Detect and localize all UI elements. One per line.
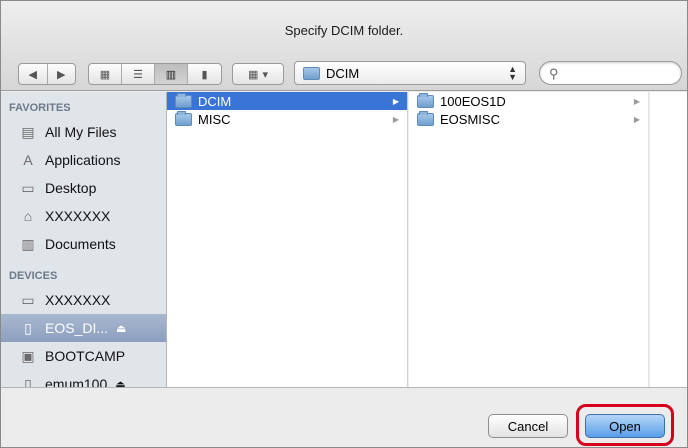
back-icon: ◀: [28, 68, 37, 81]
sidebar-item-label: BOOTCAMP: [45, 348, 126, 364]
item-label: MISC: [198, 111, 231, 127]
item-label: 100EOS1D: [440, 93, 506, 109]
list-item-dcim[interactable]: DCIM ▶: [167, 92, 407, 110]
hard-drive-icon: ▭: [21, 291, 35, 308]
item-label: DCIM: [198, 93, 232, 109]
path-label: DCIM: [326, 65, 360, 81]
dialog-footer: Cancel Open: [1, 387, 687, 447]
search-icon: ⚲: [549, 66, 559, 81]
folder-icon: [417, 110, 434, 126]
browser-column-1: DCIM ▶ MISC ▶: [167, 92, 408, 387]
sidebar-item-label: Desktop: [45, 180, 97, 196]
view-mode-control: ▦ ☰ ▥ ▮: [88, 63, 222, 85]
sidebar-item-device-drive[interactable]: ▭ XXXXXXX: [1, 286, 166, 314]
sidebar-item-label: emum100: [45, 376, 108, 387]
back-forward-control: ◀ ▶: [18, 63, 76, 85]
desktop-icon: ▭: [21, 179, 35, 196]
eject-icon[interactable]: ⏏: [116, 322, 126, 335]
sidebar-item-desktop[interactable]: ▭ Desktop: [1, 174, 166, 202]
list-view-button[interactable]: ☰: [122, 64, 155, 84]
popup-arrows-icon: ▲ ▼: [508, 64, 517, 82]
column-view-icon: ▥: [165, 68, 177, 81]
sidebar-item-label: Applications: [45, 152, 121, 168]
search-field[interactable]: ⚲: [539, 61, 682, 85]
icon-view-button[interactable]: ▦: [89, 64, 122, 84]
disclosure-icon: ▶: [392, 96, 399, 106]
sidebar-item-all-my-files[interactable]: ▤ All My Files: [1, 118, 166, 146]
disclosure-icon: ▶: [392, 114, 399, 124]
forward-button[interactable]: ▶: [48, 64, 76, 84]
sidebar-section-devices: DEVICES: [9, 270, 58, 282]
sidebar-item-bootcamp[interactable]: ▣ BOOTCAMP: [1, 342, 166, 370]
sidebar-item-eos-digital[interactable]: ▯ EOS_DI... ⏏: [1, 314, 166, 342]
titlebar: Specify DCIM folder. ◀ ▶ ▦ ☰ ▥ ▮ ▦ ▾ DCI…: [1, 1, 687, 91]
all-my-files-icon: ▤: [21, 123, 35, 140]
sidebar: FAVORITES ▤ All My Files A Applications …: [1, 92, 167, 387]
folder-icon: [303, 66, 320, 80]
cancel-button[interactable]: Cancel: [488, 414, 568, 438]
open-dialog: Specify DCIM folder. ◀ ▶ ▦ ☰ ▥ ▮ ▦ ▾ DCI…: [0, 0, 688, 448]
sidebar-item-emum100[interactable]: ▯ emum100 ⏏: [1, 370, 166, 388]
path-popup[interactable]: DCIM ▲ ▼: [294, 61, 526, 85]
sidebar-item-home[interactable]: ⌂ XXXXXXX: [1, 202, 166, 230]
disclosure-icon: ▶: [633, 114, 640, 124]
back-button[interactable]: ◀: [19, 64, 48, 84]
sidebar-item-label: XXXXXXX: [45, 292, 111, 308]
list-item-100eos1d[interactable]: 100EOS1D ▶: [409, 92, 648, 110]
column-view-button[interactable]: ▥: [155, 64, 188, 84]
coverflow-view-icon: ▮: [201, 68, 208, 81]
dialog-title: Specify DCIM folder.: [284, 23, 404, 38]
sidebar-item-label: All My Files: [45, 124, 117, 140]
list-item-eosmisc[interactable]: EOSMISC ▶: [409, 110, 648, 128]
folder-icon: [175, 92, 192, 108]
list-view-icon: ☰: [133, 68, 143, 81]
home-icon: ⌂: [23, 208, 33, 224]
browser-column-3: [650, 92, 687, 387]
arrange-icon: ▦: [248, 68, 259, 81]
item-label: EOSMISC: [440, 111, 500, 127]
applications-icon: A: [23, 152, 33, 168]
sidebar-item-label: EOS_DI...: [45, 320, 109, 336]
arrange-button[interactable]: ▦ ▾: [232, 63, 284, 85]
disclosure-icon: ▶: [633, 96, 640, 106]
eject-icon[interactable]: ⏏: [115, 378, 125, 388]
sidebar-item-label: XXXXXXX: [45, 208, 111, 224]
chevron-down-icon: ▾: [262, 68, 268, 81]
icon-view-icon: ▦: [99, 68, 111, 81]
removable-drive-icon: ▯: [24, 319, 32, 336]
documents-icon: ▥: [21, 235, 35, 252]
list-item-misc[interactable]: MISC ▶: [167, 110, 407, 128]
forward-icon: ▶: [57, 68, 66, 81]
browser-column-2: 100EOS1D ▶ EOSMISC ▶: [409, 92, 649, 387]
sidebar-section-favorites: FAVORITES: [9, 102, 71, 114]
sidebar-item-label: Documents: [45, 236, 116, 252]
coverflow-view-button[interactable]: ▮: [188, 64, 221, 84]
disk-icon: ▣: [21, 347, 35, 364]
folder-icon: [175, 110, 192, 126]
removable-drive-icon: ▯: [24, 375, 32, 388]
open-button[interactable]: Open: [585, 414, 665, 438]
folder-icon: [417, 92, 434, 108]
sidebar-item-applications[interactable]: A Applications: [1, 146, 166, 174]
sidebar-item-documents[interactable]: ▥ Documents: [1, 230, 166, 258]
